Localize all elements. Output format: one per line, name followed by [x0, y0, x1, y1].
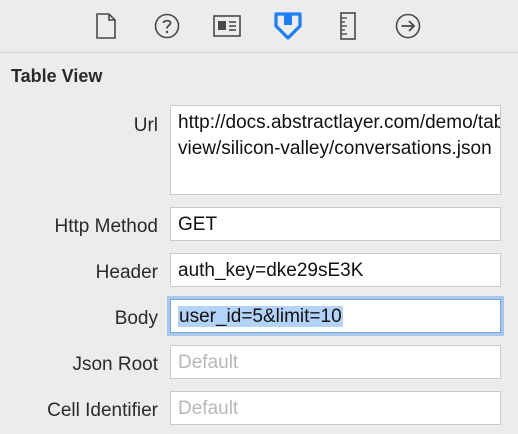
url-field[interactable]: http://docs.abstractlayer.com/demo/table…	[170, 105, 501, 195]
header-label: Header	[95, 262, 158, 283]
cell-identifier-field[interactable]: Default	[170, 391, 501, 425]
section-title: Table View	[11, 66, 103, 86]
json-root-label: Json Root	[72, 354, 158, 375]
http-method-field[interactable]: GET	[170, 207, 501, 241]
attributes-icon[interactable]	[272, 10, 304, 42]
cell-identifier-label: Cell Identifier	[47, 400, 158, 421]
http-method-label: Http Method	[54, 216, 159, 237]
file-icon[interactable]	[90, 10, 122, 42]
size-icon[interactable]	[332, 10, 364, 42]
inspector-toolbar	[0, 0, 518, 52]
body-field-selected-text: user_id=5&limit=10	[178, 306, 343, 327]
help-icon[interactable]	[151, 10, 183, 42]
body-label: Body	[114, 308, 158, 329]
connections-icon[interactable]	[392, 10, 424, 42]
toolbar-divider	[0, 52, 518, 53]
identity-icon[interactable]	[211, 10, 243, 42]
header-field[interactable]: auth_key=dke29sE3K	[170, 253, 501, 287]
body-field[interactable]: user_id=5&limit=10	[170, 299, 501, 333]
url-label: Url	[133, 115, 158, 136]
json-root-field[interactable]: Default	[170, 345, 501, 379]
